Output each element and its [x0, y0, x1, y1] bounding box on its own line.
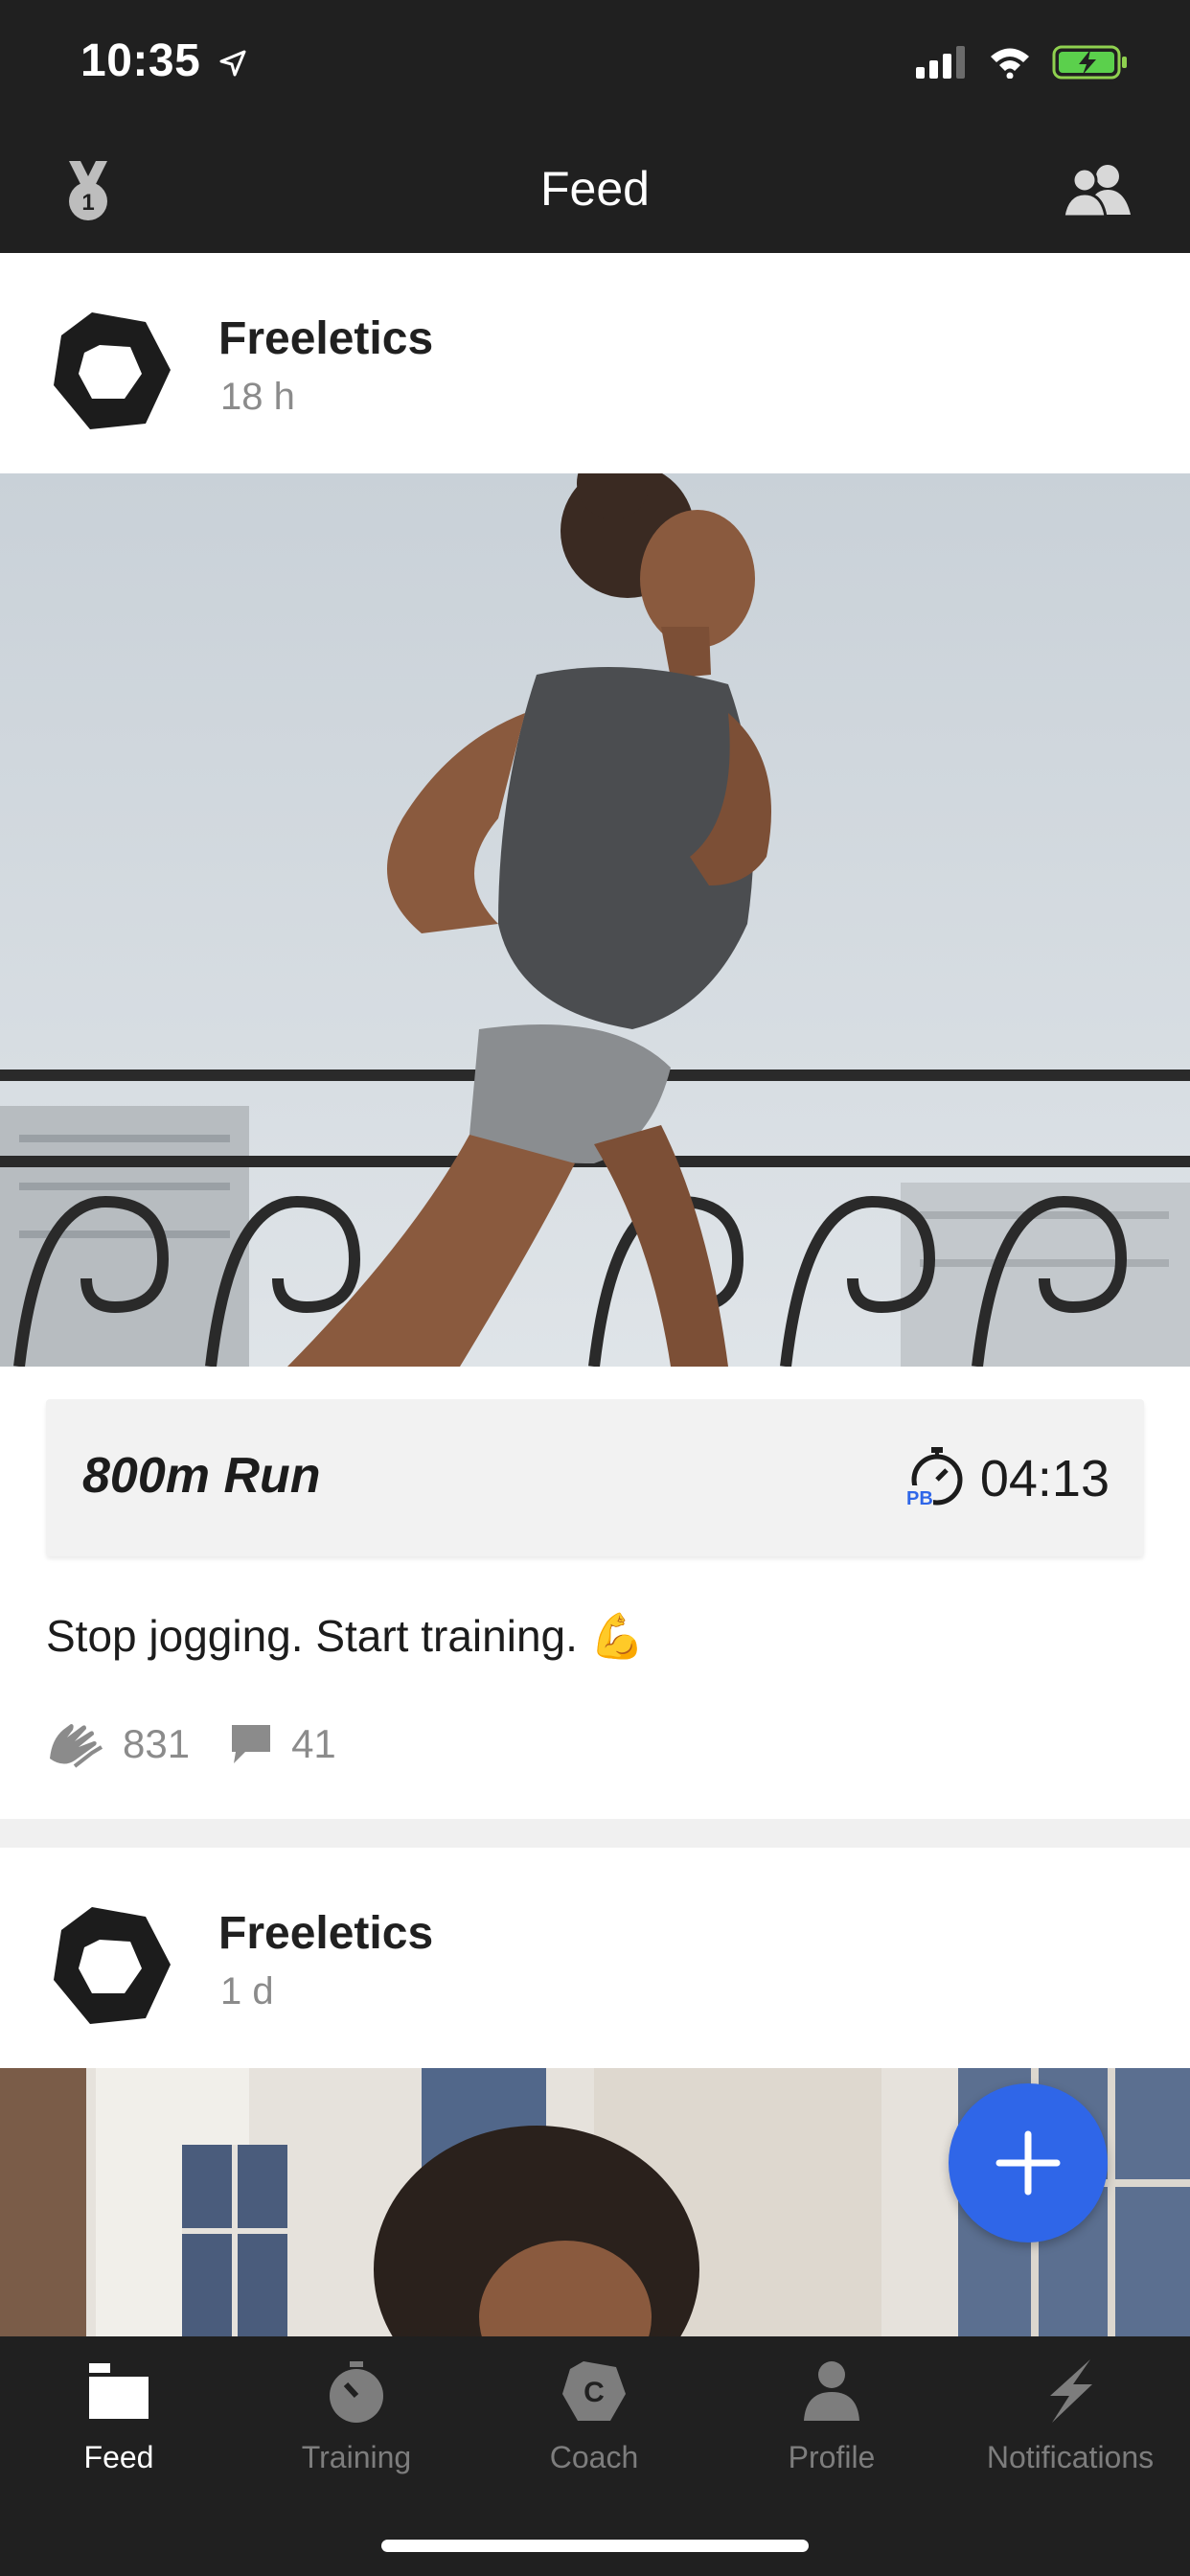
location-arrow-icon — [219, 50, 246, 77]
workout-name: 800m Run — [82, 1448, 321, 1504]
comment-icon[interactable] — [228, 1721, 274, 1767]
post-caption: Stop jogging. Start training. 💪 — [46, 1611, 645, 1661]
personal-best-stopwatch-icon: PB — [904, 1447, 963, 1508]
feed-post: Freeletics 1 d — [0, 1848, 1190, 2068]
status-bar: 10:35 — [0, 0, 1190, 128]
wifi-icon — [991, 48, 1029, 79]
tab-label: Training — [301, 2440, 412, 2474]
pb-badge: PB — [906, 1488, 933, 1508]
status-icons — [916, 44, 1129, 80]
lightning-icon — [1050, 2359, 1092, 2423]
tab-profile[interactable]: Profile — [713, 2336, 950, 2528]
post-photo[interactable] — [0, 473, 1190, 1367]
post-author[interactable]: Freeletics — [218, 1907, 433, 1960]
post-timestamp: 1 d — [220, 1970, 274, 2012]
coach-icon: C — [562, 2361, 626, 2421]
page-title: Feed — [540, 162, 650, 216]
freeletics-logo-avatar[interactable] — [46, 307, 174, 435]
post-author[interactable]: Freeletics — [218, 312, 433, 365]
stopwatch-icon — [330, 2361, 383, 2423]
tab-feed[interactable]: Feed — [0, 2336, 238, 2528]
cellular-signal-icon — [916, 46, 965, 79]
freeletics-logo-avatar[interactable] — [46, 1901, 174, 2030]
tab-notifications[interactable]: Notifications — [950, 2336, 1190, 2528]
comment-count: 41 — [291, 1721, 336, 1766]
feed-icon — [89, 2363, 149, 2419]
tab-label: Notifications — [986, 2440, 1155, 2474]
add-post-button[interactable] — [949, 2083, 1108, 2242]
status-time: 10:35 — [80, 34, 248, 87]
post-divider — [0, 1819, 1190, 1848]
profile-icon — [804, 2361, 859, 2421]
post-timestamp: 18 h — [220, 376, 295, 418]
tab-coach[interactable]: C Coach — [475, 2336, 713, 2528]
tab-label: Profile — [788, 2440, 876, 2474]
nav-bar: 1 Feed — [0, 128, 1190, 253]
post-stats: 831 41 — [46, 1715, 336, 1773]
tab-label: Feed — [83, 2440, 154, 2474]
clock-text: 10:35 — [80, 35, 201, 86]
workout-duration: 04:13 — [979, 1450, 1110, 1507]
workout-result-card[interactable]: 800m Run PB 04:13 — [46, 1399, 1144, 1556]
tab-label: Coach — [549, 2440, 639, 2474]
post-header: Freeletics 18 h — [0, 253, 1190, 473]
svg-text:C: C — [584, 2377, 605, 2408]
home-indicator[interactable] — [381, 2540, 809, 2552]
plus-icon — [995, 2130, 1061, 2196]
post-header: Freeletics 1 d — [0, 1848, 1190, 2068]
friends-icon[interactable] — [1062, 161, 1133, 218]
clap-count: 831 — [123, 1721, 191, 1766]
tab-training[interactable]: Training — [238, 2336, 475, 2528]
battery-charging-icon — [1052, 45, 1127, 80]
clap-icon[interactable] — [46, 1720, 105, 1768]
